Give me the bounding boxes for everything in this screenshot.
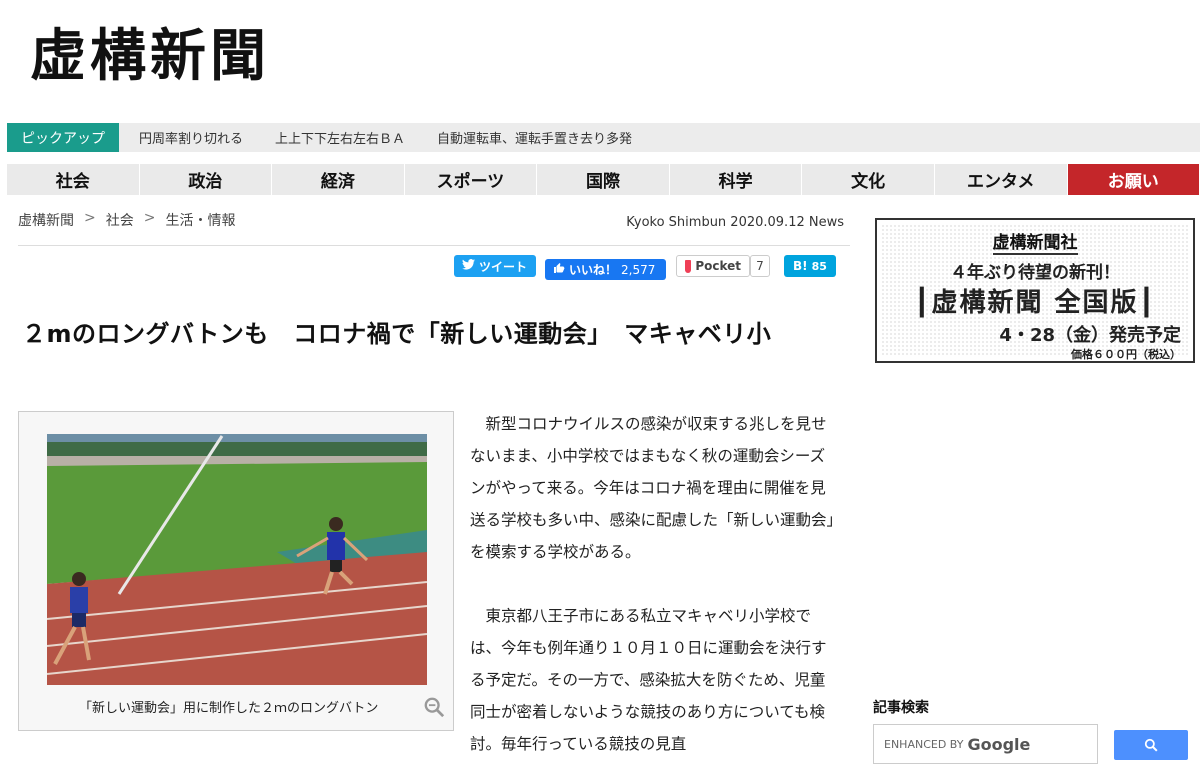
pickup-label: ピックアップ	[7, 123, 119, 152]
pickup-link[interactable]: 自動運転車、運転手置き去り多発	[437, 128, 632, 147]
thumbs-up-icon	[553, 262, 565, 277]
zoom-icon[interactable]	[423, 696, 445, 718]
search-enhanced-label: ENHANCED BY	[884, 737, 964, 751]
nav-item-entertainment[interactable]: エンタメ	[935, 164, 1068, 195]
breadcrumb-separator: >	[143, 210, 156, 226]
article-paragraph: 東京都八王子市にある私立マキャベリ小学校では、今年も例年通り１０月１０日に運動会…	[470, 607, 827, 753]
site-logo[interactable]: 虚構新聞	[30, 28, 270, 84]
nav-item-society[interactable]: 社会	[7, 164, 140, 195]
divider	[18, 245, 850, 246]
like-label: いいね！	[569, 263, 618, 277]
article-photo[interactable]	[47, 434, 427, 685]
ad-book-title: ┃虚構新聞 全国版┃	[913, 288, 1157, 318]
search-heading: 記事検索	[873, 700, 929, 716]
hatena-label: B!	[793, 259, 808, 273]
ad-release-date: 4・28（金）発売予定	[999, 325, 1181, 346]
tweet-label: ツイート	[479, 259, 528, 274]
photo-caption: 「新しい運動会」用に制作した２ｍのロングバトン	[79, 701, 379, 716]
nav-item-international[interactable]: 国際	[537, 164, 670, 195]
article-paragraph: 新型コロナウイルスの感染が収束する兆しを見せないまま、小中学校ではまもなく秋の運…	[470, 415, 835, 561]
pickup-ticker: ピックアップ 円周率割り切れる 上上下下左右左右ＢＡ 自動運転車、運転手置き去り…	[7, 123, 1200, 152]
ad-tagline: ４年ぶり待望の新刊！	[950, 263, 1120, 283]
global-nav: 社会 政治 経済 スポーツ 国際 科学 文化 エンタメ お願い	[7, 164, 1200, 195]
breadcrumb-item-society[interactable]: 社会	[106, 210, 134, 230]
pocket-label: Pocket	[695, 259, 741, 273]
article-body: 新型コロナウイルスの感染が収束する兆しを見せないまま、小中学校ではまもなく秋の運…	[470, 408, 836, 766]
article-headline: ２mのロングバトンも コロナ禍で「新しい運動会」 マキャベリ小	[22, 320, 772, 348]
nav-item-culture[interactable]: 文化	[802, 164, 935, 195]
pocket-icon	[685, 259, 692, 273]
breadcrumb: 虚構新聞 > 社会 > 生活・情報	[18, 210, 235, 230]
breadcrumb-item-home[interactable]: 虚構新聞	[18, 210, 74, 230]
book-ad-banner[interactable]: 虚構新聞社 ４年ぶり待望の新刊！ ┃虚構新聞 全国版┃ 4・28（金）発売予定 …	[875, 218, 1195, 363]
article-photo-box: 「新しい運動会」用に制作した２ｍのロングバトン	[18, 411, 454, 731]
pickup-link[interactable]: 上上下下左右左右ＢＡ	[275, 128, 405, 147]
hatena-count: 85	[811, 259, 827, 273]
nav-item-request[interactable]: お願い	[1067, 164, 1200, 195]
search-icon	[1144, 738, 1158, 752]
nav-item-science[interactable]: 科学	[670, 164, 803, 195]
search-input[interactable]: ENHANCED BY Google	[873, 724, 1098, 764]
ad-title: 虚構新聞社	[992, 233, 1078, 255]
nav-item-politics[interactable]: 政治	[140, 164, 273, 195]
nav-item-sports[interactable]: スポーツ	[405, 164, 538, 195]
hatena-bookmark-button[interactable]: B! 85	[784, 255, 836, 277]
facebook-like-button[interactable]: いいね！ 2,577	[545, 259, 666, 280]
twitter-icon	[462, 259, 475, 273]
ad-price: 価格６００円（税込）	[1071, 348, 1181, 361]
google-logo: Google	[967, 734, 1031, 754]
tweet-button[interactable]: ツイート	[454, 255, 536, 277]
pocket-button[interactable]: Pocket	[676, 255, 750, 277]
like-count: 2,577	[621, 262, 656, 277]
breadcrumb-separator: >	[84, 210, 96, 226]
pickup-link[interactable]: 円周率割り切れる	[139, 128, 243, 147]
nav-item-economy[interactable]: 経済	[272, 164, 405, 195]
breadcrumb-item-life[interactable]: 生活・情報	[165, 210, 235, 230]
pocket-count: 7	[750, 255, 770, 277]
search-button[interactable]	[1114, 730, 1188, 760]
article-dateline: Kyoko Shimbun 2020.09.12 News	[626, 215, 844, 230]
